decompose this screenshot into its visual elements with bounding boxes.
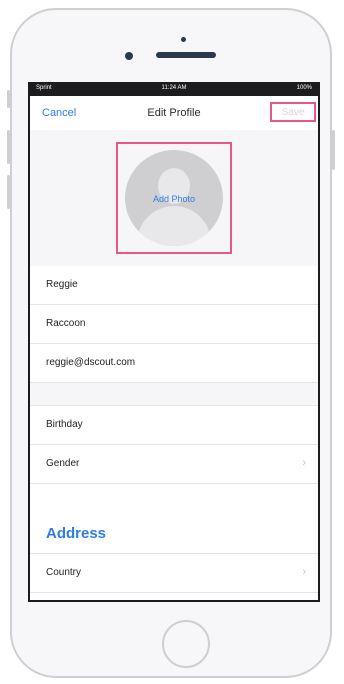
add-photo-button[interactable]: Add Photo [125, 194, 223, 204]
last-name-value: Raccoon [46, 318, 86, 329]
front-camera [125, 52, 133, 60]
country-label: Country [46, 567, 82, 578]
last-name-field[interactable]: Raccoon [30, 305, 318, 344]
avatar-body-silhouette [137, 206, 211, 246]
birthday-field[interactable]: Birthday [30, 406, 318, 445]
avatar-section: Add Photo [30, 130, 318, 267]
chevron-right-icon: › [302, 566, 306, 578]
status-bar: Sprint 11:24 AM 100% [30, 82, 318, 96]
power-button [332, 130, 335, 170]
avatar-placeholder[interactable]: Add Photo [125, 150, 223, 246]
address-section-heading: Address [46, 525, 107, 542]
birthday-label: Birthday [46, 419, 83, 430]
save-button[interactable]: Save [270, 102, 316, 122]
proximity-sensor [181, 37, 186, 42]
gender-label: Gender [46, 458, 80, 469]
first-name-field[interactable]: Reggie [30, 266, 318, 305]
email-field[interactable]: reggie@dscout.com [30, 344, 318, 383]
avatar-highlight: Add Photo [116, 142, 232, 254]
status-time: 11:24 AM [161, 85, 187, 91]
volume-down-button [7, 175, 10, 209]
gender-field[interactable]: Gender › [30, 445, 318, 484]
chevron-right-icon: › [302, 457, 306, 469]
home-button[interactable] [162, 620, 210, 668]
section-spacer [30, 383, 318, 406]
battery-indicator: 100% [296, 85, 312, 91]
address-header-area [30, 484, 318, 554]
country-field[interactable]: Country › [30, 554, 318, 593]
mute-switch [7, 90, 10, 108]
email-value: reggie@dscout.com [46, 357, 136, 368]
phone-screen: Sprint 11:24 AM 100% Cancel Edit Profile… [28, 82, 320, 602]
earpiece-speaker [156, 52, 216, 58]
first-name-value: Reggie [46, 279, 78, 290]
volume-up-button [7, 130, 10, 164]
navigation-bar: Cancel Edit Profile Save [30, 96, 318, 131]
